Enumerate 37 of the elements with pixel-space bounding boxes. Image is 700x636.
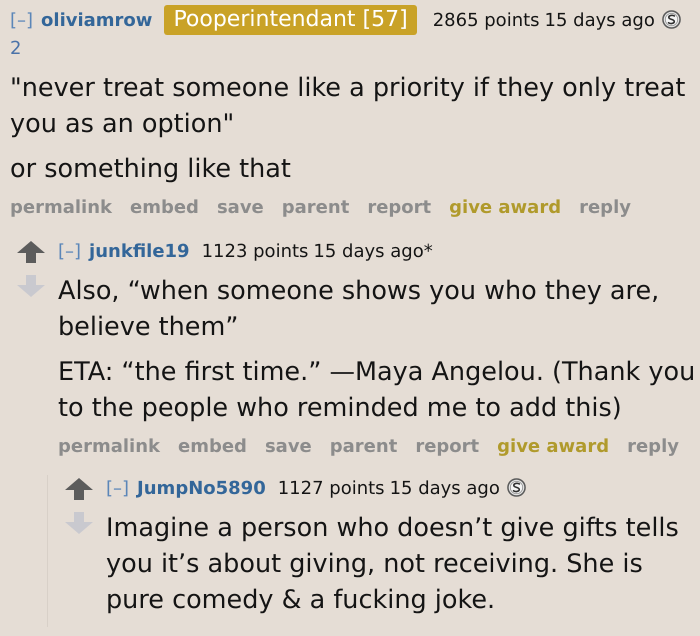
comment-action-link[interactable]: save — [264, 435, 312, 459]
comment-action-link[interactable]: report — [367, 196, 432, 220]
award-count: 2 — [10, 38, 22, 59]
coin-icon — [662, 10, 681, 29]
comment-time: 15 days ago — [544, 10, 655, 31]
username-link[interactable]: oliviamrow — [41, 10, 152, 31]
comment-text: or something like that — [10, 153, 292, 186]
comment-action-link[interactable]: embed — [178, 435, 247, 459]
comment-text: Imagine a person who doesn’t give gifts tells you it’s about giving, not receiving. She is pure comedy & a fucking joke. — [106, 512, 680, 617]
comment-action-link[interactable]: report — [415, 435, 480, 459]
comment-action-link[interactable]: give award — [497, 435, 610, 459]
up-arrow-icon[interactable] — [17, 241, 45, 263]
comment-action-link[interactable]: permalink — [58, 435, 160, 459]
comment-score: 1123 points — [202, 241, 308, 262]
up-arrow-icon[interactable] — [65, 478, 93, 500]
comment-text: "never treat someone like a priority if they only treat you as an option" — [10, 72, 686, 141]
comment-action-link[interactable]: save — [216, 196, 264, 220]
collapse-toggle[interactable]: [–] — [10, 10, 34, 31]
collapse-toggle[interactable]: [–] — [58, 241, 82, 262]
username-link[interactable]: junkfile19 — [89, 241, 190, 262]
comment-time: 15 days ago — [390, 478, 500, 499]
comment-action-link[interactable]: reply — [579, 196, 631, 220]
comment-action-link[interactable]: parent — [330, 435, 398, 459]
comment-score: 2865 points — [432, 10, 540, 31]
collapse-toggle[interactable]: [–] — [106, 478, 130, 499]
comment-action-link[interactable]: parent — [282, 196, 350, 220]
comment-action-link[interactable]: reply — [627, 435, 679, 459]
username-link[interactable]: JumpNo5890 — [137, 478, 266, 499]
coin-icon — [506, 478, 526, 497]
comment-action-link[interactable]: give award — [449, 196, 562, 220]
comment-time: 15 days ago* — [313, 241, 433, 262]
comment-score: 1127 points — [278, 478, 385, 499]
comment-text: Also, “when someone shows you who they are, believe them” — [58, 275, 660, 344]
comment-action-link[interactable]: permalink — [10, 196, 112, 220]
user-flair: Pooperintendant [57] — [164, 5, 417, 35]
comment-text: ETA: “the first time.” —Maya Angelou. (Thank you to the people who reminded me to add this) — [58, 356, 696, 425]
comment-action-link[interactable]: embed — [130, 196, 199, 220]
